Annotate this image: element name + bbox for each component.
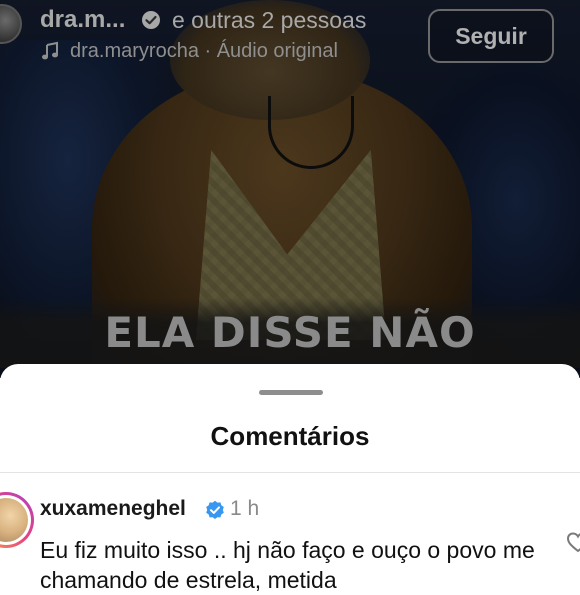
verified-badge-icon	[206, 500, 224, 519]
comments-title: Comentários	[210, 421, 370, 451]
follow-button[interactable]: Seguir	[428, 9, 554, 63]
sheet-divider	[0, 472, 580, 473]
comment-text: Eu fiz muito isso .. hj não faço e ouço …	[40, 537, 535, 593]
collaborators-text[interactable]: e outras 2 pessoas	[172, 7, 366, 34]
verified-badge-icon	[142, 11, 160, 29]
audio-attribution[interactable]: dra.maryrocha · Áudio original	[70, 40, 338, 63]
sheet-drag-handle[interactable]	[259, 390, 323, 395]
heart-icon[interactable]	[566, 530, 580, 554]
comment-username[interactable]: xuxameneghel	[40, 497, 186, 521]
author-name[interactable]: dra.m...	[40, 6, 125, 34]
video-caption-text: ELA DISSE NÃO	[104, 308, 476, 357]
comment-timestamp: 1 h	[230, 497, 260, 520]
music-note-icon	[42, 41, 58, 60]
